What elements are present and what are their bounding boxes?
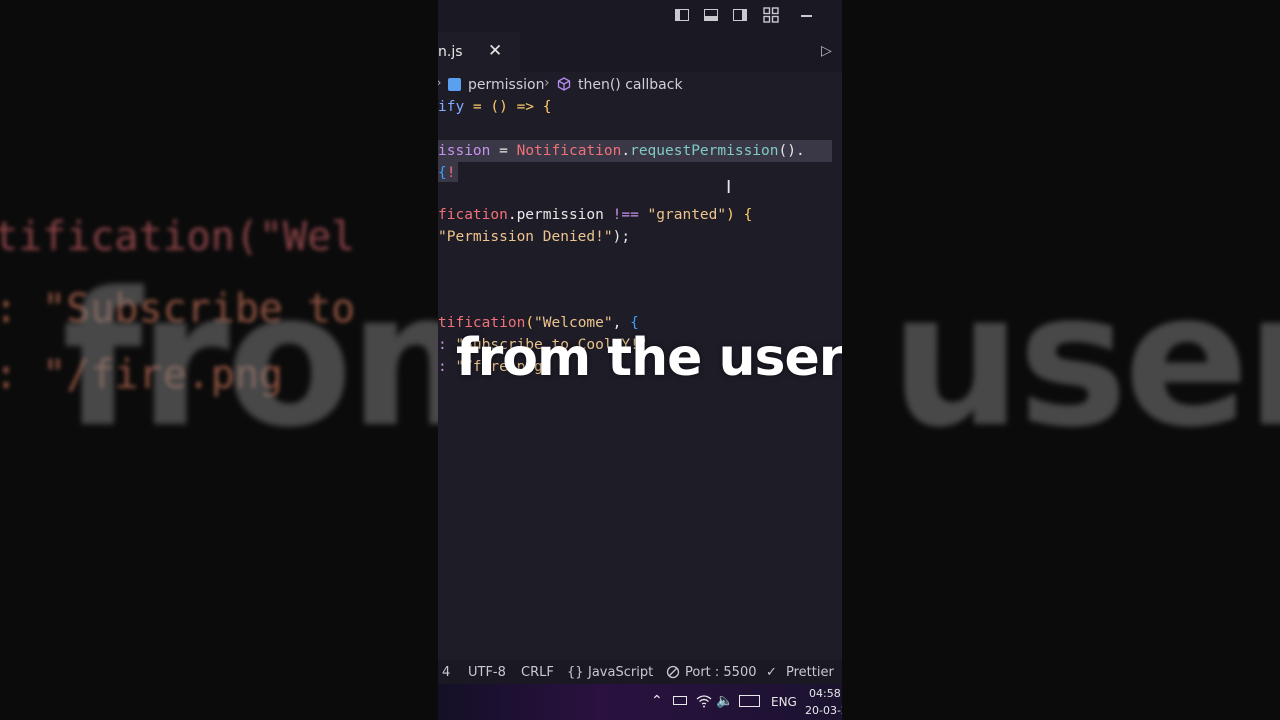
close-icon[interactable]: ✕ (488, 41, 502, 61)
breadcrumb-item-callback[interactable]: then() callback (578, 77, 683, 93)
check-icon: ✓ (766, 665, 777, 680)
broadcast-icon (666, 665, 680, 683)
run-icon[interactable]: ▷ (821, 43, 832, 59)
keyboard-icon[interactable] (739, 695, 760, 707)
tab-label: n.js (438, 44, 463, 60)
braces-icon: {} (567, 665, 584, 680)
toggle-secondary-sidebar-icon[interactable] (733, 9, 747, 21)
status-language[interactable]: JavaScript (588, 665, 653, 680)
bg-caption: from (62, 252, 438, 468)
code-line: fication.permission !== "granted") { (438, 207, 753, 223)
method-icon (557, 77, 571, 95)
toggle-panel-icon[interactable] (704, 9, 718, 21)
toggle-primary-sidebar-icon[interactable] (675, 9, 689, 21)
title-bar (438, 0, 842, 32)
status-encoding[interactable]: UTF-8 (468, 665, 506, 680)
status-spaces[interactable]: 4 (442, 665, 450, 680)
variable-icon (448, 78, 461, 91)
tab-active-file[interactable]: n.js ✕ (438, 32, 520, 72)
code-editor: n.js ✕ ▷ › permission › then() callback … (438, 0, 842, 720)
battery-icon[interactable] (673, 696, 687, 705)
code-line: ify = () => { (438, 99, 552, 115)
status-port[interactable]: Port : 5500 (685, 665, 757, 680)
video-caption: from the user (456, 328, 842, 388)
code-line: "Permission Denied!"); (438, 229, 631, 245)
background-left: tification("Wel : "Subscribe to : "/fire… (0, 0, 438, 720)
volume-icon[interactable]: 🔈 (716, 693, 733, 709)
clock-time[interactable]: 04:58 P (809, 687, 842, 700)
status-formatter[interactable]: Prettier (786, 665, 834, 680)
chevron-up-icon[interactable]: ⌃ (651, 693, 663, 709)
input-language[interactable]: ENG (771, 695, 797, 709)
wifi-icon[interactable] (696, 694, 712, 711)
code-line: ission = Notification.requestPermission(… (438, 143, 805, 159)
chevron-right-icon: › (438, 75, 442, 91)
status-bar: 4 UTF-8 CRLF {} JavaScript Port : 5500 ✓… (438, 660, 842, 684)
code-line: {! (438, 165, 456, 181)
text-cursor-icon: I (726, 177, 732, 198)
background-right: user (842, 0, 1280, 720)
chevron-right-icon: › (544, 75, 550, 91)
minimize-icon[interactable] (801, 15, 812, 17)
clock-date[interactable]: 20-03-2 (805, 704, 842, 717)
status-eol[interactable]: CRLF (521, 665, 554, 680)
customize-layout-icon[interactable] (763, 7, 779, 23)
windows-taskbar: ⌃ 🔈 ENG 04:58 P 20-03-2 (438, 684, 842, 720)
tab-bar: n.js ✕ ▷ (438, 32, 842, 72)
breadcrumb-item-permission[interactable]: permission (468, 77, 544, 93)
bg-caption: user (890, 252, 1280, 468)
